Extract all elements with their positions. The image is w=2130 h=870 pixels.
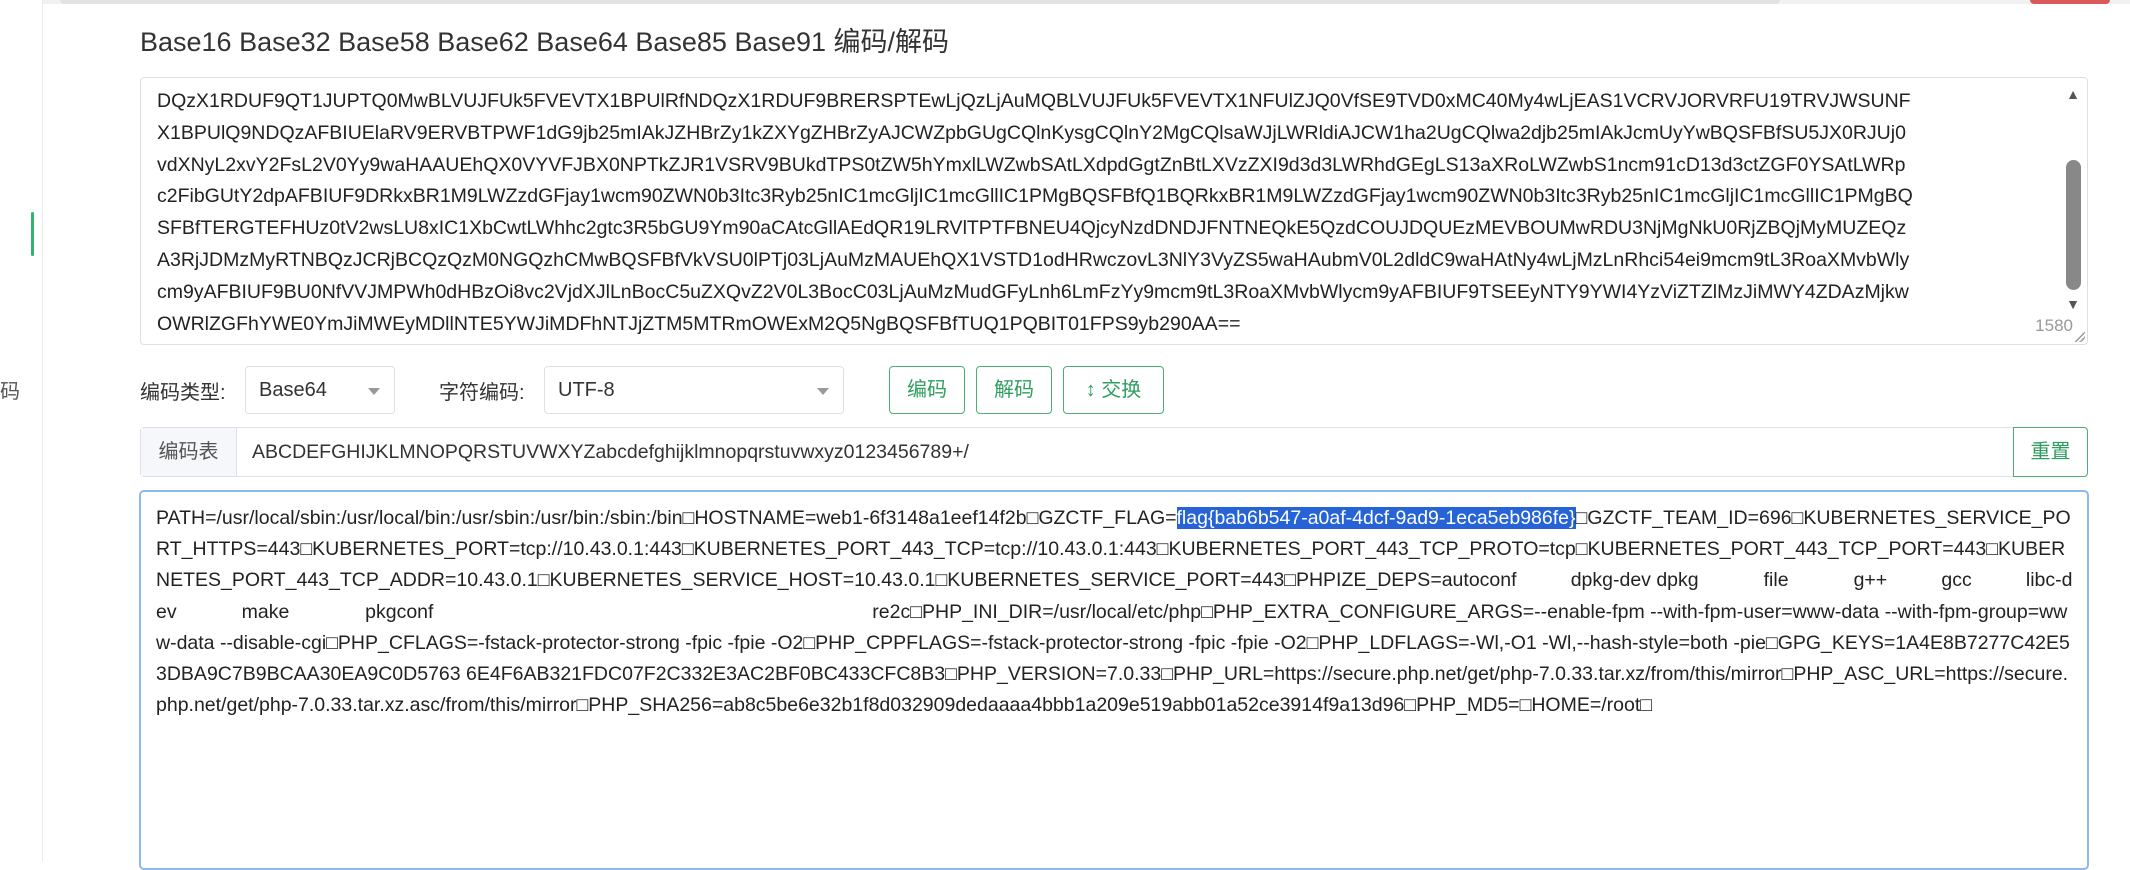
input-line: DQzX1RDUF9QT1JUPTQ0MwBLVUJFUk5FVEVTX1BPU…: [157, 90, 1911, 112]
decoded-output-text[interactable]: PATH=/usr/local/sbin:/usr/local/bin:/usr…: [156, 503, 2073, 721]
encoded-input-text[interactable]: DQzX1RDUF9QT1JUPTQ0MwBLVUJFUk5FVEVTX1BPU…: [157, 86, 2051, 336]
output-segment: □GZCTF_TEAM_ID=696□KUBERNETES_SERVICE_PO…: [156, 507, 2073, 717]
charset-select[interactable]: UTF-8: [544, 366, 844, 414]
decode-button[interactable]: 解码: [976, 366, 1052, 414]
page-title: Base16 Base32 Base58 Base62 Base64 Base8…: [140, 27, 950, 57]
options-row: 编码类型: Base64 字符编码: UTF-8 编码 解码 ↕ 交换: [140, 366, 2100, 414]
encode-type-label: 编码类型:: [140, 382, 226, 404]
scroll-down-arrow-icon[interactable]: ▼: [2063, 296, 2083, 314]
code-table-field: 编码表 ABCDEFGHIJKLMNOPQRSTUVWXYZabcdefghij…: [140, 427, 2088, 477]
encoded-input-textarea[interactable]: DQzX1RDUF9QT1JUPTQ0MwBLVUJFUk5FVEVTX1BPU…: [140, 77, 2088, 345]
encode-type-value: Base64: [259, 379, 327, 401]
charset-label: 字符编码:: [439, 382, 525, 404]
encode-button[interactable]: 编码: [889, 366, 965, 414]
sidebar-active-indicator: [31, 212, 34, 256]
input-line: cm9yAFBIUF9BU0NfVVJMPWh0dHBzOi8vc2VjdXJl…: [157, 280, 1909, 303]
encode-type-select[interactable]: Base64: [245, 366, 395, 414]
code-table-label: 编码表: [141, 428, 237, 476]
selected-flag-text[interactable]: flag{bab6b547-a0af-4dcf-9ad9-1eca5eb986f…: [1176, 507, 1576, 529]
input-line: OWRlZGFhYWE0YmJiMWEyMDllNTE5YWJiMDFhNTJj…: [157, 312, 1241, 335]
swap-button[interactable]: ↕ 交换: [1063, 366, 1164, 414]
browser-tab[interactable]: [60, 0, 1780, 4]
input-line: SFBfTERGTEFHUz0tV2wsLU8xIC1XbCwtLWhhc2gt…: [157, 217, 1907, 240]
charset-value: UTF-8: [558, 379, 615, 401]
char-count: 1580: [2035, 316, 2073, 335]
input-line: A3RjJDMzMyRTNBQzJCRjBCQzQzM0NGQzhCMwBQSF…: [157, 248, 1910, 271]
decoded-output-textarea[interactable]: PATH=/usr/local/sbin:/usr/local/bin:/usr…: [139, 490, 2089, 870]
output-segment: PATH=/usr/local/sbin:/usr/local/bin:/usr…: [156, 507, 1177, 529]
input-line: c2FibGUtY2dpAFBIUF9DRkxBR1M9LWZzdGFjay1w…: [157, 185, 1913, 208]
sidebar-item-label[interactable]: 码: [0, 375, 20, 404]
chevron-down-icon: [817, 388, 829, 395]
scroll-up-arrow-icon[interactable]: ▲: [2063, 86, 2083, 104]
input-line: vdXNyL2xvY2FsL2V0Yy9waHAAUEhQX0VYVFJBX0N…: [157, 153, 1906, 176]
code-table-input[interactable]: ABCDEFGHIJKLMNOPQRSTUVWXYZabcdefghijklmn…: [252, 441, 969, 464]
input-line: X1BPUlQ9NDQzAFBIUElaRV9ERVBTPWF1dG9jb25m…: [157, 121, 1906, 144]
chevron-down-icon: [368, 388, 380, 395]
browser-tab-alert: [2030, 0, 2110, 4]
resize-handle-icon[interactable]: [2075, 332, 2085, 342]
reset-button[interactable]: 重置: [2013, 427, 2088, 477]
browser-tab-strip: [0, 0, 2130, 4]
scrollbar-thumb[interactable]: [2066, 160, 2081, 290]
sidebar: 码: [0, 0, 43, 862]
